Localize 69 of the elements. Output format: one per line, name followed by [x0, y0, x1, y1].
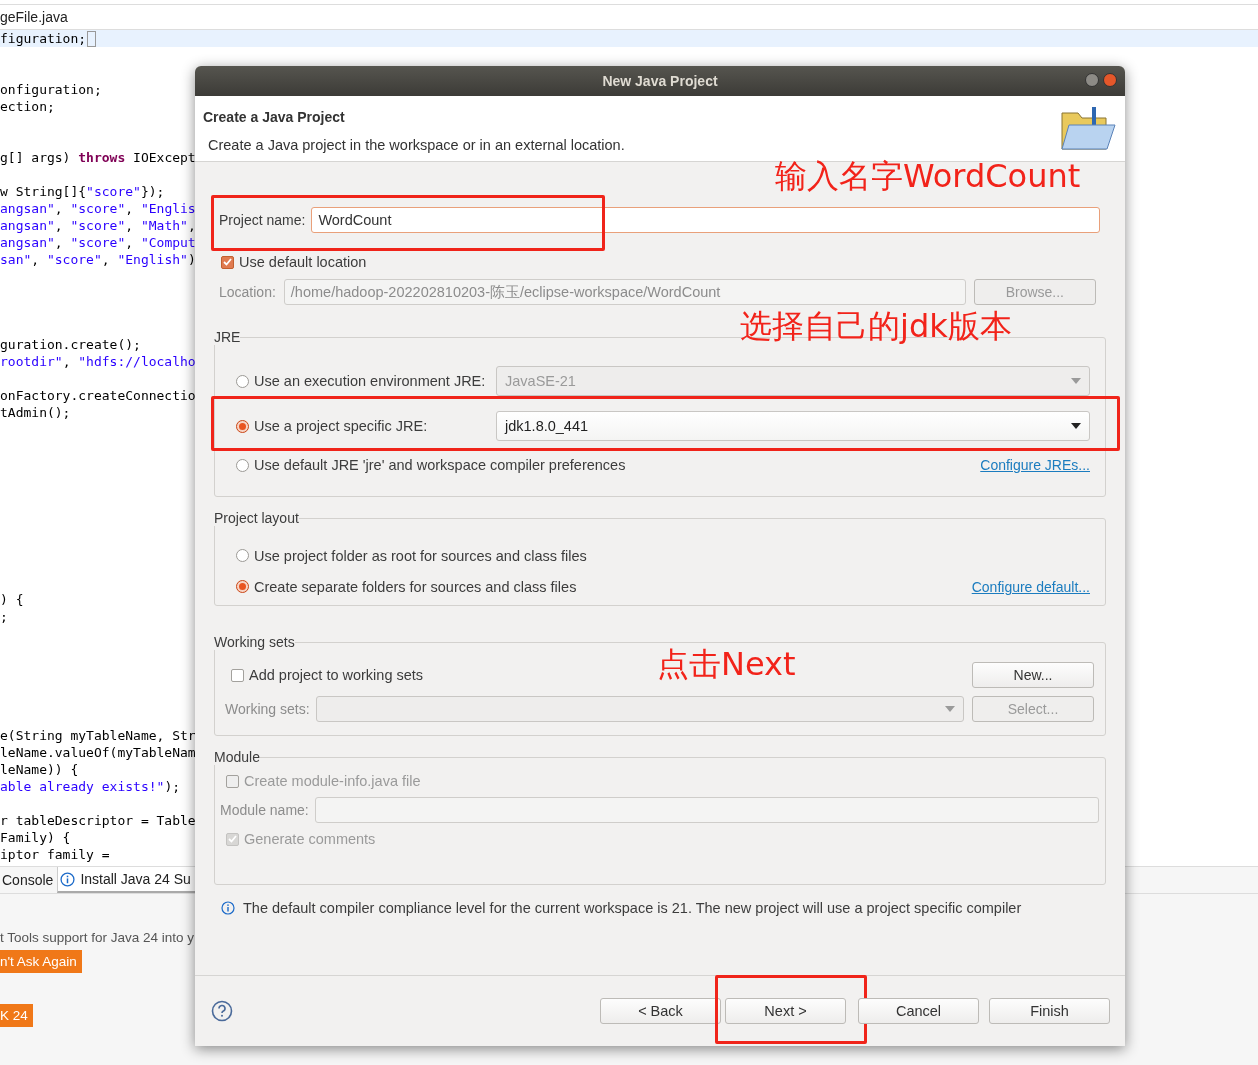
code-line: ection; [0, 99, 55, 114]
info-icon [60, 871, 76, 887]
code-line: able already exists!"); [0, 779, 181, 794]
configure-link[interactable]: Configure JREs... [980, 457, 1090, 473]
info-icon [221, 901, 235, 915]
panel-tab[interactable]: Install Java 24 Su [57, 867, 195, 893]
dropdown-arrow-icon [1071, 378, 1081, 384]
code-line: e(String myTableName, Str [0, 728, 195, 743]
group-title: JRE [214, 329, 241, 345]
dialog-button[interactable]: Next > [725, 998, 846, 1024]
configure-link[interactable]: Configure default... [971, 578, 1090, 595]
code-line: onFactory.createConnectio [0, 388, 195, 403]
code-line: onfiguration; [0, 82, 102, 97]
file-tab[interactable]: geFile.java [0, 9, 68, 25]
code-line: rootdir", "hdfs://localho [0, 354, 195, 369]
annotation-text: 选择自己的jdk版本 [740, 308, 1012, 344]
page-description: Create a Java project in the workspace or in an external location. [208, 137, 625, 153]
jre-dropdown[interactable]: jdk1.8.0_441 [496, 411, 1090, 441]
code-line: w String[]{"score"}); [0, 184, 165, 199]
radio-option[interactable]: Use project folder as root for sources and class files [233, 544, 590, 567]
dialog-button[interactable]: Cancel [858, 998, 979, 1024]
code-line: angsan", "score", "Comput [0, 235, 195, 250]
code-line: angsan", "score", "Math", [0, 218, 195, 233]
dialog-button[interactable]: Finish [989, 998, 1110, 1024]
working-sets-dropdown[interactable] [315, 696, 964, 722]
project-name-field[interactable]: WordCount [311, 207, 1100, 233]
maximize-button[interactable] [1085, 73, 1099, 87]
field-label: Module name: [220, 802, 309, 818]
code-line: leName.valueOf(myTableNam [0, 745, 195, 760]
field-label: Project name: [219, 212, 306, 228]
code-line: angsan", "score", "Englis [0, 201, 195, 216]
code-line: tAdmin(); [0, 405, 71, 420]
code-line: san", "score", "English") [0, 252, 195, 267]
code-line: guration.create(); [0, 337, 141, 352]
code-line: r tableDescriptor = Table [0, 813, 195, 828]
code-line: g[] args) throws IOExcept [0, 150, 195, 165]
radio-option[interactable]: Use default JRE 'jre' and workspace compiler preferences [233, 454, 629, 476]
dropdown-arrow-icon [945, 706, 955, 712]
radio-option[interactable]: Use a project specific JRE: [233, 415, 431, 437]
group-title: Project layout [214, 510, 299, 526]
code-line: leName)) { [0, 762, 79, 777]
code-line: iptor family = [0, 847, 110, 862]
help-icon[interactable] [211, 1000, 233, 1022]
checkbox-label: Create module-info.java file [244, 773, 421, 789]
radio-option[interactable]: Create separate folders for sources and class files [233, 575, 580, 598]
text-cursor [87, 30, 97, 47]
panel-tab[interactable]: Console [0, 867, 58, 893]
group-title: Module [214, 749, 260, 765]
field-label: Location: [219, 284, 276, 300]
annotation-text: 点击Next [657, 646, 796, 682]
notification-text: t Tools support for Java 24 into y [0, 930, 196, 945]
group-title: Working sets [214, 634, 295, 650]
info-message: The default compiler compliance level for the current workspace is 21. The new project will use a project specific compiler [243, 900, 1022, 916]
code-line: ) { [0, 592, 24, 607]
page-title: Create a Java Project [203, 109, 345, 125]
code-line: figuration; [0, 30, 87, 47]
folder-icon [1059, 105, 1117, 153]
field-label: Working sets: [225, 701, 310, 717]
code-line: Family) { [0, 830, 71, 845]
close-button[interactable] [1103, 73, 1117, 87]
annotation-text: 输入名字WordCount [775, 158, 1081, 194]
code-line: ; [0, 609, 8, 624]
checkbox-label: Add project to working sets [249, 667, 424, 683]
dropdown-arrow-icon [1071, 423, 1081, 429]
dialog-button[interactable]: < Back [600, 998, 721, 1024]
checkbox-label: Use default location [239, 254, 367, 270]
checkbox-label: Generate comments [244, 831, 376, 847]
window-title: New Java Project [602, 73, 718, 89]
checkbox[interactable] [221, 255, 234, 269]
